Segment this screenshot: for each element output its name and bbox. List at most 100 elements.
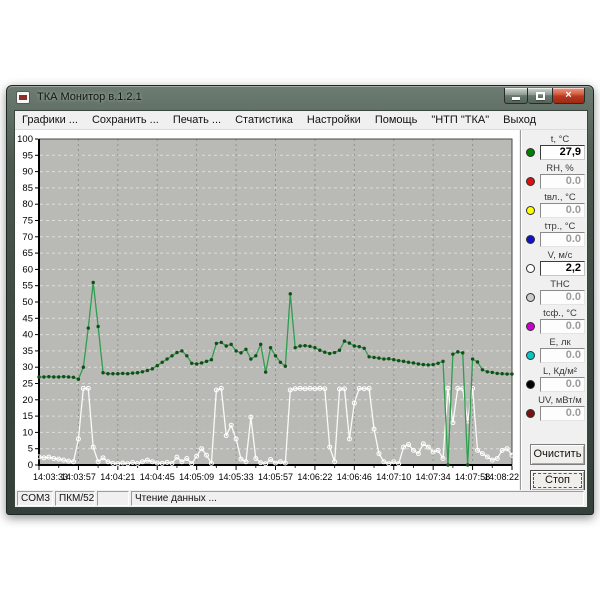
svg-text:95: 95 bbox=[22, 150, 33, 161]
channel-color-dot bbox=[526, 293, 535, 302]
measurement-chart: 0 5 10 15 20 25 30 35 40 45 50 55 60 65 70 75 80 85 90 95 10… bbox=[15, 130, 519, 490]
app-icon bbox=[16, 91, 30, 104]
channel-color-dot bbox=[526, 380, 535, 389]
menu-ntp-tka[interactable]: "НТП "ТКА" bbox=[424, 111, 496, 130]
menu-statistika[interactable]: Статистика bbox=[228, 111, 300, 130]
minimize-button[interactable] bbox=[504, 88, 528, 104]
status-bar: COM3 ПКМ/52 Чтение данных ... bbox=[15, 490, 587, 507]
menu-sohranit[interactable]: Сохранить ... bbox=[85, 111, 166, 130]
stop-button[interactable]: Стоп bbox=[530, 470, 585, 491]
channel-label: ТНС bbox=[535, 279, 585, 290]
channel-value: 27,9 bbox=[540, 145, 585, 160]
channel-label: UV, мВт/м bbox=[535, 395, 585, 406]
channel-value: 0.0 bbox=[540, 319, 585, 334]
menu-nastroyki[interactable]: Настройки bbox=[300, 111, 368, 130]
channel-value: 0.0 bbox=[540, 203, 585, 218]
channel-tvl: tвл., °C 0.0 bbox=[521, 192, 587, 218]
channel-uv: UV, мВт/м 0.0 bbox=[521, 395, 587, 421]
svg-text:90: 90 bbox=[22, 167, 33, 178]
menu-pechat[interactable]: Печать ... bbox=[166, 111, 228, 130]
status-device: ПКМ/52 bbox=[55, 491, 95, 506]
readings-panel: t, °C 27,9 RH, % 0.0 tвл., °C 0.0 tтр., … bbox=[520, 130, 587, 490]
svg-text:65: 65 bbox=[22, 248, 33, 259]
client-area: Графики ... Сохранить ... Печать ... Ста… bbox=[14, 110, 588, 508]
channel-v: V, м/с 2,2 bbox=[521, 250, 587, 276]
channel-ttr: tтр., °C 0.0 bbox=[521, 221, 587, 247]
svg-text:20: 20 bbox=[22, 395, 33, 406]
svg-text:80: 80 bbox=[22, 199, 33, 210]
svg-text:25: 25 bbox=[22, 379, 33, 390]
svg-text:40: 40 bbox=[22, 330, 33, 341]
channel-value: 0.0 bbox=[540, 348, 585, 363]
svg-text:60: 60 bbox=[22, 264, 33, 275]
channel-value: 0.0 bbox=[540, 406, 585, 421]
svg-text:50: 50 bbox=[22, 297, 33, 308]
menu-pomosch[interactable]: Помощь bbox=[368, 111, 425, 130]
close-button[interactable]: × bbox=[553, 88, 585, 104]
channel-color-dot bbox=[526, 264, 535, 273]
status-message: Чтение данных ... bbox=[131, 491, 584, 506]
channel-label: tтр., °C bbox=[535, 221, 585, 232]
window-title: ТКА Монитор в.1.2.1 bbox=[37, 91, 142, 103]
svg-text:14:04:21: 14:04:21 bbox=[100, 472, 135, 482]
channel-label: Е, лк bbox=[535, 337, 585, 348]
channel-tsf: tсф., °C 0.0 bbox=[521, 308, 587, 334]
channel-value: 0.0 bbox=[540, 377, 585, 392]
menu-bar: Графики ... Сохранить ... Печать ... Ста… bbox=[15, 111, 587, 130]
channel-color-dot bbox=[526, 206, 535, 215]
channel-e: Е, лк 0.0 bbox=[521, 337, 587, 363]
channel-value: 0.0 bbox=[540, 232, 585, 247]
svg-text:30: 30 bbox=[22, 362, 33, 373]
svg-text:14:05:33: 14:05:33 bbox=[219, 472, 254, 482]
channel-color-dot bbox=[526, 177, 535, 186]
channel-color-dot bbox=[526, 409, 535, 418]
channel-t: t, °C 27,9 bbox=[521, 134, 587, 160]
close-icon: × bbox=[565, 90, 571, 101]
svg-text:14:08:22: 14:08:22 bbox=[484, 472, 519, 482]
svg-text:14:07:10: 14:07:10 bbox=[376, 472, 411, 482]
svg-text:14:05:09: 14:05:09 bbox=[179, 472, 214, 482]
channel-label: t, °C bbox=[535, 134, 585, 145]
svg-text:14:05:57: 14:05:57 bbox=[258, 472, 293, 482]
app-window: ТКА Монитор в.1.2.1 × Графики ... Сохран… bbox=[6, 85, 594, 515]
clear-button[interactable]: Очистить bbox=[530, 444, 585, 465]
channel-value: 2,2 bbox=[540, 261, 585, 276]
channel-label: V, м/с bbox=[535, 250, 585, 261]
channel-value: 0.0 bbox=[540, 290, 585, 305]
svg-text:5: 5 bbox=[28, 444, 33, 455]
channel-label: RH, % bbox=[535, 163, 585, 174]
svg-text:100: 100 bbox=[17, 134, 33, 145]
svg-text:45: 45 bbox=[22, 313, 33, 324]
svg-text:75: 75 bbox=[22, 216, 33, 227]
chart-panel: 0 5 10 15 20 25 30 35 40 45 50 55 60 65 70 75 80 85 90 95 10… bbox=[15, 130, 519, 490]
channel-color-dot bbox=[526, 351, 535, 360]
channel-label: L, Кд/м² bbox=[535, 366, 585, 377]
title-bar[interactable]: ТКА Монитор в.1.2.1 × bbox=[7, 86, 593, 110]
channel-rh: RH, % 0.0 bbox=[521, 163, 587, 189]
channel-tns: ТНС 0.0 bbox=[521, 279, 587, 305]
svg-text:14:07:34: 14:07:34 bbox=[416, 472, 451, 482]
svg-text:55: 55 bbox=[22, 281, 33, 292]
svg-text:35: 35 bbox=[22, 346, 33, 357]
channel-label: tвл., °C bbox=[535, 192, 585, 203]
channel-label: tсф., °C bbox=[535, 308, 585, 319]
menu-grafiki[interactable]: Графики ... bbox=[15, 111, 85, 130]
menu-vyhod[interactable]: Выход bbox=[496, 111, 543, 130]
svg-text:10: 10 bbox=[22, 427, 33, 438]
svg-text:15: 15 bbox=[22, 411, 33, 422]
maximize-button[interactable] bbox=[528, 88, 553, 104]
channel-l: L, Кд/м² 0.0 bbox=[521, 366, 587, 392]
svg-text:14:03:57: 14:03:57 bbox=[61, 472, 96, 482]
svg-text:85: 85 bbox=[22, 183, 33, 194]
svg-text:14:06:22: 14:06:22 bbox=[297, 472, 332, 482]
svg-text:0: 0 bbox=[28, 460, 33, 471]
channel-color-dot bbox=[526, 148, 535, 157]
svg-text:14:04:45: 14:04:45 bbox=[140, 472, 175, 482]
channel-value: 0.0 bbox=[540, 174, 585, 189]
status-com-port: COM3 bbox=[17, 491, 53, 506]
maximize-icon bbox=[536, 92, 545, 100]
status-spare bbox=[97, 491, 129, 506]
channel-color-dot bbox=[526, 322, 535, 331]
minimize-icon bbox=[512, 97, 520, 100]
svg-text:70: 70 bbox=[22, 232, 33, 243]
